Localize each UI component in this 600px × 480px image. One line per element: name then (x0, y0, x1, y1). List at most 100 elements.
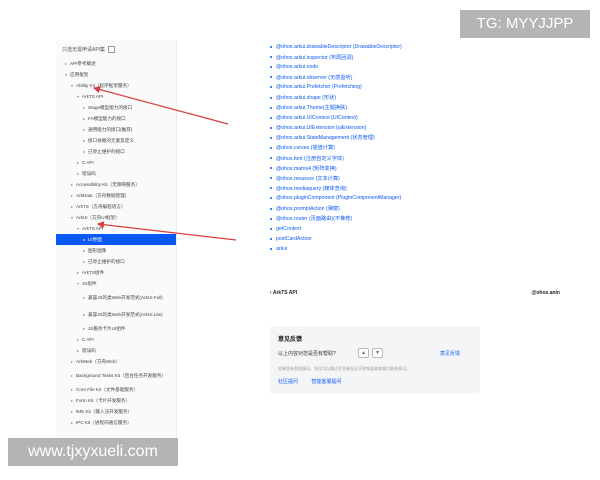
api-link[interactable]: arkui (270, 244, 402, 254)
sidebar-item[interactable]: ▸ Accessibility Kit（无障碍服务） (56, 179, 176, 190)
chevron-right-icon[interactable]: ▸ (82, 138, 86, 143)
api-link[interactable]: @ohos.pluginComponent (PluginComponentMa… (270, 193, 402, 203)
sidebar-item[interactable]: ▾ ArkTS API (56, 91, 176, 102)
chevron-right-icon[interactable]: ▸ (82, 127, 86, 132)
chevron-right-icon[interactable]: ▸ (70, 398, 74, 403)
sidebar-item[interactable]: ▸ 兼容JS的类Web开发范式(ArkUI.Full) (56, 289, 176, 306)
chevron-right-icon[interactable]: ▸ (70, 409, 74, 414)
chevron-right-icon[interactable]: ▸ (82, 105, 86, 110)
sidebar-item[interactable]: ▸ 兼容JS的类Web开发范式(ArkUI.Lite) (56, 306, 176, 323)
api-link[interactable]: @ohos.arkui.UIExtension (uiExtension) (270, 123, 402, 133)
sidebar-item[interactable]: ▸ 通用能力的接口(推荐) (56, 124, 176, 135)
chevron-right-icon[interactable]: ▸ (70, 420, 74, 425)
api-link[interactable]: @ohos.arkui.inspector (布局回调) (270, 52, 402, 62)
api-link[interactable]: @ohos.curves (插值计算) (270, 143, 402, 153)
api-link[interactable]: @ohos.measure (文本计算) (270, 173, 402, 183)
sidebar-item[interactable]: ▸ ArkTS组件 (56, 267, 176, 278)
chevron-right-icon[interactable]: ▸ (64, 61, 68, 66)
api-link-label: @ohos.matrix4 (矩阵变换) (276, 165, 337, 172)
sidebar-item[interactable]: ▸ Core File Kit（文件基础服务） (56, 384, 176, 395)
sidebar-item-label: ArkTS（方舟编程语言） (76, 203, 126, 209)
sidebar-item[interactable]: ▾ ArkTS API (56, 223, 176, 234)
chevron-right-icon[interactable]: ▸ (70, 204, 74, 209)
chevron-right-icon[interactable]: ▸ (82, 259, 86, 264)
smart-service-link[interactable]: 智能客服提问 (311, 379, 341, 385)
chevron-right-icon[interactable]: ▸ (70, 182, 74, 187)
sidebar-item[interactable]: ▸ 图形图像 (56, 245, 176, 256)
sidebar-item[interactable]: ▸ 已停止维护的接口 (56, 146, 176, 157)
chevron-right-icon[interactable]: ▸ (76, 160, 80, 165)
chevron-right-icon[interactable]: ▸ (82, 149, 86, 154)
watermark-top: TG: MYYJJPP (460, 10, 590, 38)
sidebar-item[interactable]: ▸ C API (56, 334, 176, 345)
api-link[interactable]: @ohos.promptAction (弹窗) (270, 204, 402, 214)
sidebar-item[interactable]: ▸ Form Kit（卡片开发服务） (56, 395, 176, 406)
sidebar-item[interactable]: ▸ UI界面 (56, 234, 176, 245)
chevron-down-icon[interactable]: ▾ (76, 226, 80, 231)
chevron-right-icon[interactable]: ▸ (82, 237, 86, 242)
sidebar-item-label: JS服务卡片UI组件 (88, 325, 126, 331)
api-link[interactable]: @ohos.router (页面路由)(不推荐) (270, 214, 402, 224)
sidebar-item[interactable]: ▾ JS组件 (56, 278, 176, 289)
chevron-right-icon[interactable]: ▸ (82, 295, 86, 301)
sidebar-item[interactable]: ▾ ArkUI（方舟UI框架） (56, 212, 176, 223)
api-filter-checkbox[interactable] (108, 46, 116, 53)
chevron-right-icon[interactable]: ▸ (70, 387, 74, 392)
sidebar-item[interactable]: ▸ API参考概述 (56, 58, 176, 69)
bullet-icon (270, 46, 272, 49)
sidebar-item[interactable]: ▸ 已停止维护的接口 (56, 256, 176, 267)
sidebar-item[interactable]: ▸ IME Kit（输入法开发服务） (56, 406, 176, 417)
thumbs-down-icon[interactable]: ▼ (372, 348, 383, 358)
chevron-right-icon[interactable]: ▸ (76, 348, 80, 353)
sidebar-item[interactable]: ▸ C API (56, 157, 176, 168)
api-link[interactable]: @ohos.matrix4 (矩阵变换) (270, 163, 402, 173)
api-filter[interactable]: 只选无需申请API集 (62, 46, 116, 53)
sidebar-item[interactable]: ▸ Stage模型能力的接口 (56, 102, 176, 113)
api-link[interactable]: getContext (270, 224, 402, 234)
chevron-right-icon[interactable]: ▸ (82, 116, 86, 121)
next-page-link[interactable]: @ohos.anin (532, 290, 561, 296)
sidebar-item[interactable]: ▸ ArkWeb（方舟Web） (56, 356, 176, 367)
chevron-right-icon[interactable]: ▸ (70, 373, 74, 379)
chevron-down-icon[interactable]: ▾ (64, 72, 68, 77)
sidebar-item[interactable]: ▸ ArkTS（方舟编程语言） (56, 201, 176, 212)
api-link[interactable]: postCardAction (270, 234, 402, 244)
api-link[interactable]: @ohos.arkui.Prefetcher (Prefetching) (270, 82, 402, 92)
chevron-down-icon[interactable]: ▾ (70, 215, 74, 220)
chevron-right-icon[interactable]: ▸ (82, 312, 86, 318)
api-link[interactable]: @ohos.arkui.observer (无感监听) (270, 72, 402, 82)
chevron-right-icon[interactable]: ▸ (70, 359, 74, 364)
api-link[interactable]: @ohos.arkui.Theme(主题换肤) (270, 103, 402, 113)
api-link[interactable]: @ohos.arkui.UIContext (UIContext) (270, 113, 402, 123)
sidebar-item[interactable]: ▸ 错误码 (56, 168, 176, 179)
api-link[interactable]: @ohos.arkui.shape (形状) (270, 92, 402, 102)
api-link[interactable]: @ohos.mediaquery (媒体查询) (270, 183, 402, 193)
api-link[interactable]: @ohos.arkui.drawableDescriptor (Drawable… (270, 42, 402, 52)
community-question-link[interactable]: 社区提问 (278, 379, 298, 385)
api-link[interactable]: @ohos.arkui.StateManagement (状态管理) (270, 133, 402, 143)
sidebar-item[interactable]: ▸ 接口依赖的元素及定义 (56, 135, 176, 146)
sidebar-item[interactable]: ▸ IPC Kit（进程间通信服务） (56, 417, 176, 428)
chevron-right-icon[interactable]: ▸ (76, 270, 80, 275)
feedback-report-link[interactable]: 意见反馈 (440, 350, 460, 357)
api-link[interactable]: @ohos.font (注册自定义字体) (270, 153, 402, 163)
sidebar-item[interactable]: ▸ ArkData（方舟数据管理） (56, 190, 176, 201)
sidebar-item[interactable]: ▸ JS服务卡片UI组件 (56, 323, 176, 334)
api-link[interactable]: @ohos.arkui.node (270, 62, 402, 72)
sidebar-item[interactable]: ▸ FA模型能力的接口 (56, 113, 176, 124)
chevron-down-icon[interactable]: ▾ (76, 281, 80, 286)
chevron-down-icon[interactable]: ▾ (70, 83, 74, 88)
sidebar-item[interactable]: ▸ Background Tasks Kit（后台任务开发服务） (56, 367, 176, 384)
chevron-right-icon[interactable]: ▸ (82, 248, 86, 253)
chevron-right-icon[interactable]: ▸ (82, 326, 86, 331)
thumbs-up-icon[interactable]: ▲ (358, 348, 369, 358)
sidebar-item[interactable]: ▾ Ability Kit（程序框架服务） (56, 80, 176, 91)
chevron-right-icon[interactable]: ▸ (76, 337, 80, 342)
chevron-right-icon[interactable]: ▸ (76, 171, 80, 176)
sidebar-item[interactable]: ▸ 错误码 (56, 345, 176, 356)
prev-page-link[interactable]: ‹ ArkTS API (270, 290, 297, 296)
bullet-icon (270, 66, 272, 69)
chevron-down-icon[interactable]: ▾ (76, 94, 80, 99)
sidebar-item[interactable]: ▾ 应用框架 (56, 69, 176, 80)
chevron-right-icon[interactable]: ▸ (70, 193, 74, 198)
